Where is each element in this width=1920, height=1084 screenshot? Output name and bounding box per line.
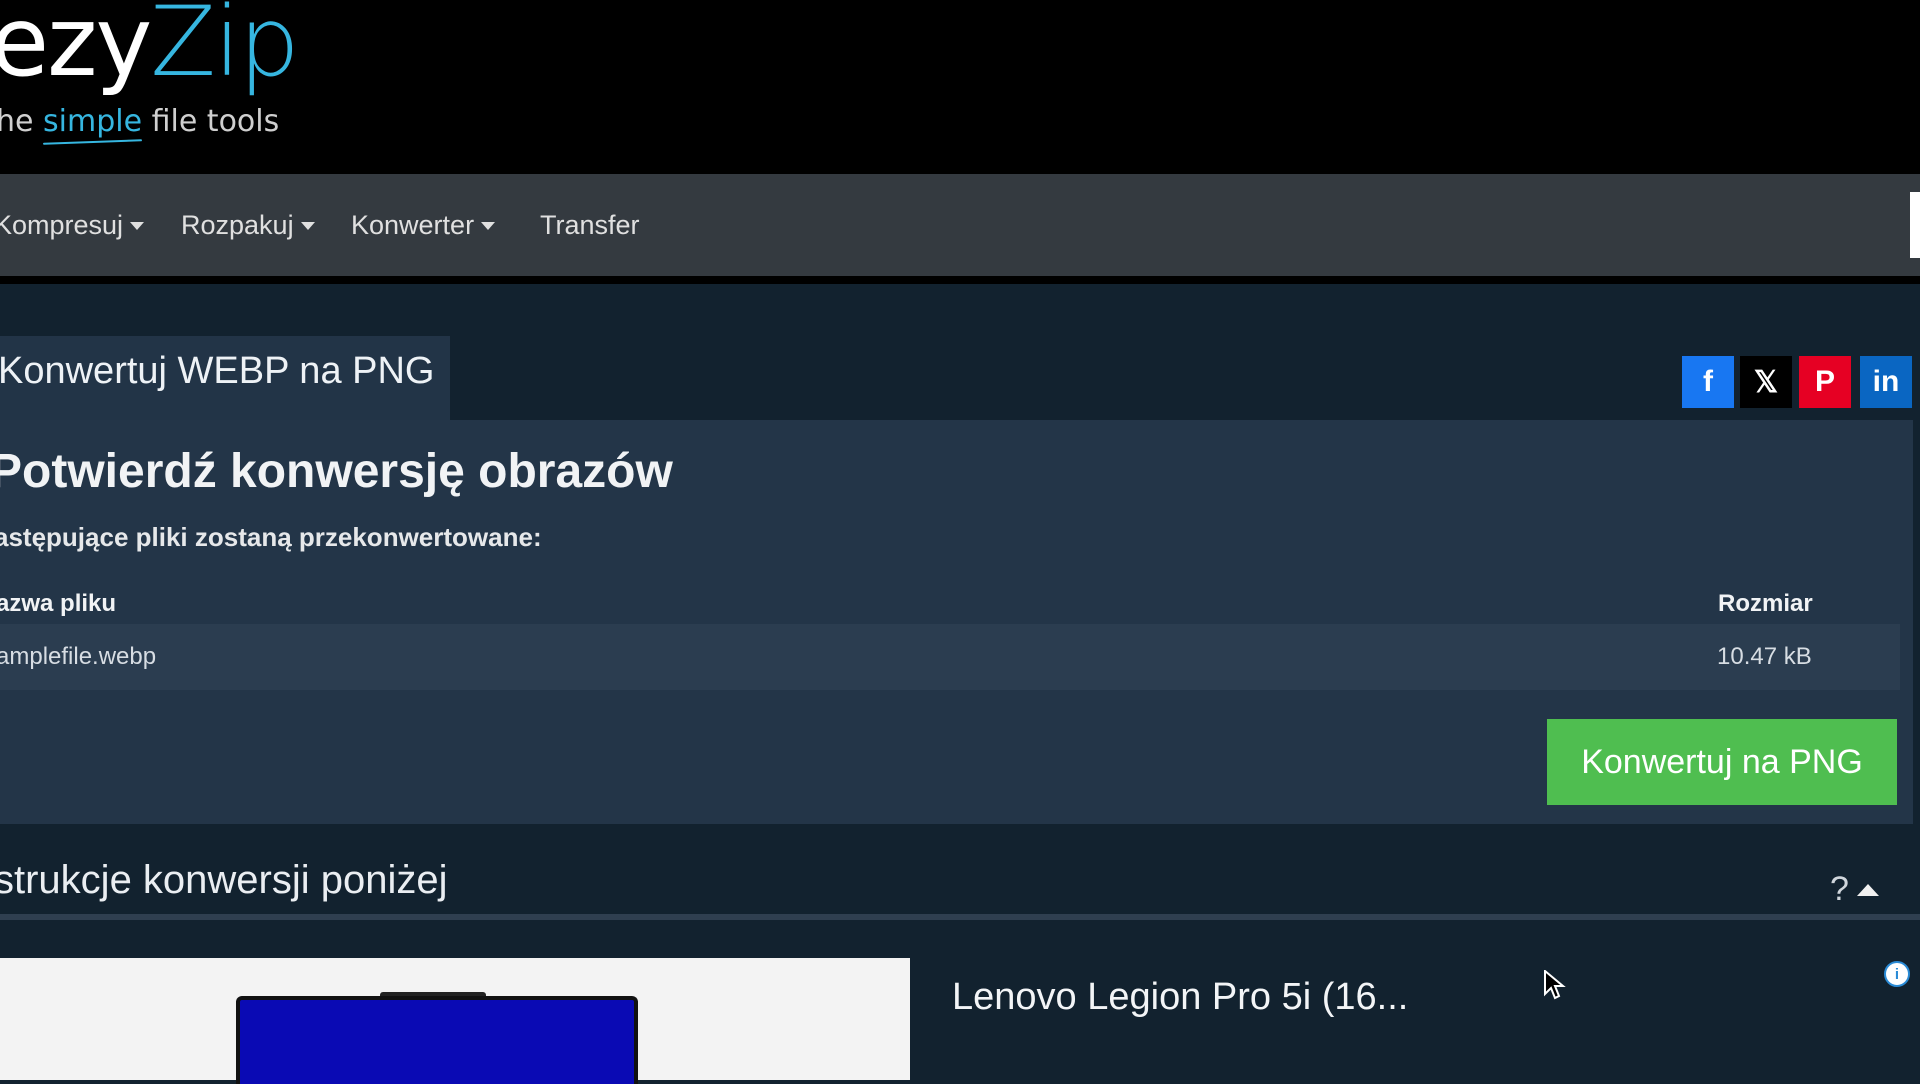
facebook-icon: f <box>1703 365 1713 398</box>
tagline-highlight: simple <box>43 104 143 139</box>
logo-tagline: he simple file tools <box>0 104 279 139</box>
mouse-cursor-icon <box>1544 970 1566 1000</box>
chevron-down-icon <box>130 221 145 230</box>
chevron-down-icon <box>481 221 496 230</box>
nav-item-kompresuj[interactable]: Kompresuj <box>0 210 145 241</box>
nav-item-konwerter[interactable]: Konwerter <box>351 210 496 241</box>
nav-label: Rozpakuj <box>181 210 294 240</box>
instructions-toggle[interactable]: ? <box>1830 870 1879 909</box>
tagline-end: file tools <box>142 104 280 139</box>
help-icon: ? <box>1830 870 1849 908</box>
nav-label: Kompresuj <box>0 210 124 240</box>
logo-ezy: ezy <box>0 0 152 98</box>
table-row <box>0 624 1900 690</box>
column-header-filename: azwa pliku <box>0 590 117 617</box>
tagline-start: he <box>0 104 44 139</box>
main-navbar: Kompresuj Rozpakuj Konwerter Transfer <box>0 174 1920 284</box>
logo[interactable]: ezyZip <box>0 0 300 90</box>
panel-title: Potwierdź konwersję obrazów <box>0 445 673 498</box>
file-size-cell: 10.47 kB <box>1717 643 1812 670</box>
divider <box>0 914 1920 920</box>
ad-info-icon[interactable]: i <box>1884 961 1910 987</box>
navbar-search-edge[interactable] <box>1910 192 1920 258</box>
chevron-up-icon <box>1856 883 1879 896</box>
linkedin-share-button[interactable]: in <box>1860 356 1912 408</box>
logo-zip: Zip <box>150 0 299 98</box>
facebook-share-button[interactable]: f <box>1682 356 1734 408</box>
nav-item-rozpakuj[interactable]: Rozpakuj <box>181 210 315 241</box>
chevron-down-icon <box>300 221 315 230</box>
nav-label: Konwerter <box>351 210 475 240</box>
convert-to-png-button[interactable]: Konwertuj na PNG <box>1547 719 1897 805</box>
panel-subtitle: astępujące pliki zostaną przekonwertowan… <box>0 522 542 552</box>
nav-label: Transfer <box>540 210 640 240</box>
site-header: ezyZip he simple file tools <box>0 0 1920 174</box>
linkedin-icon: in <box>1872 365 1900 398</box>
nav-item-transfer[interactable]: Transfer <box>540 210 640 241</box>
column-header-size: Rozmiar <box>1718 590 1813 617</box>
pinterest-share-button[interactable]: P <box>1799 356 1851 408</box>
file-name-cell: amplefile.webp <box>0 643 157 670</box>
laptop-image <box>236 996 638 1084</box>
ad-title[interactable]: Lenovo Legion Pro 5i (16... <box>952 976 1408 1019</box>
pinterest-icon: P <box>1814 365 1835 398</box>
instructions-heading: strukcje konwersji poniżej <box>0 858 448 902</box>
tool-tab-label: Konwertuj WEBP na PNG <box>0 350 435 392</box>
x-share-button[interactable]: 𝕏 <box>1740 356 1792 408</box>
x-icon: 𝕏 <box>1753 365 1779 399</box>
